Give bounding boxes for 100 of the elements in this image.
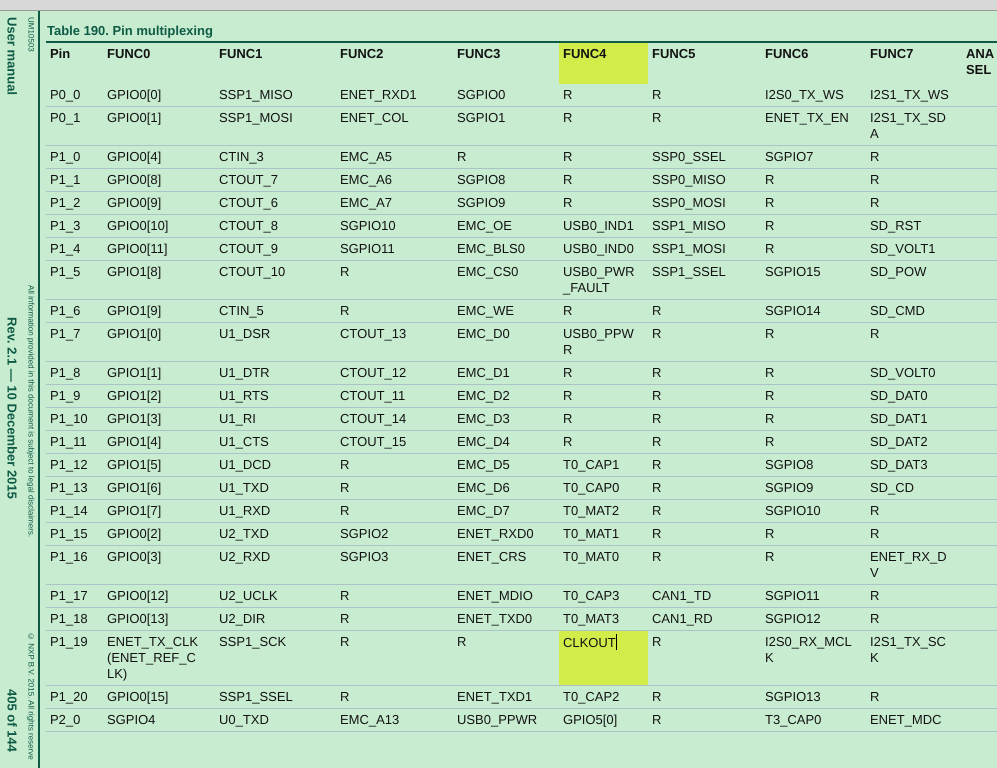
- table-cell-text: ENET_COL: [339, 109, 410, 127]
- table-cell-text: P1_7: [49, 325, 82, 343]
- table-cell-text: T0_CAP3: [562, 587, 620, 605]
- table-cell-text: R: [869, 502, 880, 520]
- doc-type: User manual: [4, 17, 20, 96]
- table-cell-text: SSP1_MOSI: [218, 109, 294, 127]
- table-cell-text: P1_19: [49, 633, 89, 651]
- table-cell-text: T3_CAP0: [764, 711, 822, 729]
- table-cell-text: U1_RI: [218, 410, 257, 428]
- table-cell-text: EMC_D5: [456, 456, 511, 474]
- table-cell-text: SD_DAT3: [869, 456, 929, 474]
- table-cell-text: GPIO1[2]: [106, 387, 162, 405]
- table-cell-text: R: [339, 302, 350, 320]
- table-cell-text: SGPIO7: [764, 148, 814, 166]
- table-cell-text: USB0_IND0: [562, 240, 635, 258]
- column-header: FUNC6: [764, 45, 810, 63]
- table-cell-text: P1_1: [49, 171, 82, 189]
- table-cell-text: R: [764, 433, 776, 451]
- table-cell-text: P2_0: [49, 711, 82, 729]
- table-cell-text: SGPIO8: [764, 456, 814, 474]
- table-cell-text: GPIO0[15]: [106, 688, 170, 706]
- table-cell-text: SGPIO8: [456, 171, 506, 189]
- table-cell-text: GPIO0[8]: [106, 171, 162, 189]
- table-cell-text: U0_TXD: [218, 711, 270, 729]
- table-cell-text: EMC_D3: [456, 410, 511, 428]
- column-header: FUNC2: [339, 45, 384, 63]
- table-cell-text: U1_DTR: [218, 364, 271, 382]
- table-cell-text: R: [764, 240, 776, 258]
- table-cell-text: SGPIO2: [339, 525, 390, 543]
- table-cell-text: U1_DSR: [218, 325, 272, 343]
- table-cell-text: ENET_TX_EN: [764, 109, 850, 127]
- table-cell-text: EMC_A7: [339, 194, 394, 212]
- table-cell-text: R: [651, 633, 662, 651]
- table-cell-text: ENET_MDC: [869, 711, 943, 729]
- document-id: UM10503: [26, 17, 36, 52]
- table-cell-text: U2_DIR: [218, 610, 266, 628]
- table-cell-text: I2S1_TX_SDA: [869, 109, 947, 143]
- table-cell-text: SSP0_MOSI: [651, 194, 727, 212]
- table-cell-text: R: [339, 587, 350, 605]
- column-header: ANA SEL: [965, 45, 995, 79]
- table-cell-text: U2_TXD: [218, 525, 270, 543]
- table-cell-text: R: [339, 479, 350, 497]
- table-cell-text: R: [651, 525, 662, 543]
- table-cell-text: SGPIO0: [456, 86, 506, 104]
- table-cell-text: SD_CMD: [869, 302, 926, 320]
- table-cell-text: T0_MAT2: [562, 502, 620, 520]
- table-cell-text: P1_16: [49, 548, 89, 566]
- table-cell-text: R: [339, 263, 350, 281]
- table-cell-text: ENET_MDIO: [456, 587, 534, 605]
- table-cell-text: SGPIO11: [339, 240, 396, 258]
- table-cell-text: GPIO0[11]: [106, 240, 168, 258]
- table-cell-text: SD_DAT2: [869, 433, 929, 451]
- table-cell-text: SSP1_SSEL: [218, 688, 294, 706]
- table-cell-text: SGPIO3: [339, 548, 390, 566]
- table-cell-text: USB0_PPWR: [562, 325, 635, 359]
- table-cell-text: T0_MAT3: [562, 610, 620, 628]
- table-cell-text: R: [651, 86, 662, 104]
- table-cell-text: EMC_D6: [456, 479, 511, 497]
- column-header: FUNC3: [456, 45, 502, 63]
- table-cell-text: R: [651, 433, 662, 451]
- table-cell-text: P1_17: [49, 587, 89, 605]
- table-cell-text: GPIO1[4]: [106, 433, 162, 451]
- table-cell-text: R: [562, 302, 574, 320]
- table-cell-text: R: [562, 171, 574, 189]
- table-cell-text: R: [764, 325, 776, 343]
- table-cell-text: I2S1_TX_WS: [869, 86, 950, 104]
- table-cell-text: R: [869, 525, 880, 543]
- table-cell-text: SGPIO10: [339, 217, 397, 235]
- table-cell-text: R: [562, 410, 574, 428]
- table-cell-text: R: [869, 688, 880, 706]
- table-cell-text: R: [651, 364, 662, 382]
- table-cell-text: U1_CTS: [218, 433, 270, 451]
- table-cell-text: R: [651, 109, 662, 127]
- table-cell-text: GPIO1[9]: [106, 302, 162, 320]
- table-cell-text: R: [339, 502, 350, 520]
- table-cell-text: SD_POW: [869, 263, 928, 281]
- table-cell-text: USB0_PPWR: [456, 711, 538, 729]
- table-cell-text: EMC_D0: [456, 325, 511, 343]
- table-cell-text: GPIO1[0]: [106, 325, 162, 343]
- table-cell: CLKOUT: [559, 631, 648, 685]
- table-cell-text: EMC_BLS0: [456, 240, 526, 258]
- table-cell-text: SGPIO9: [456, 194, 506, 212]
- table-cell-text: R: [562, 109, 574, 127]
- table-cell-text: ENET_RXD0: [456, 525, 535, 543]
- table-cell-text: R: [869, 148, 880, 166]
- table-cell-text: R: [869, 325, 880, 343]
- column-header: Pin: [49, 45, 72, 63]
- table-cell-text: R: [339, 633, 350, 651]
- table-cell-text: GPIO0[12]: [106, 587, 170, 605]
- table-cell-text: CTOUT_8: [218, 217, 279, 235]
- table-title: Table 190. Pin multiplexing: [46, 22, 214, 40]
- table-cell-text: SGPIO11: [764, 587, 821, 605]
- table-cell-text: P1_5: [49, 263, 82, 281]
- table-cell-text: SD_DAT0: [869, 387, 929, 405]
- table-cell-text: R: [651, 387, 662, 405]
- table-cell-text: GPIO0[13]: [106, 610, 170, 628]
- table-cell-text: P1_18: [49, 610, 89, 628]
- table-cell-text: R: [764, 171, 776, 189]
- table-cell-text: R: [339, 610, 350, 628]
- table-cell-text: EMC_D2: [456, 387, 511, 405]
